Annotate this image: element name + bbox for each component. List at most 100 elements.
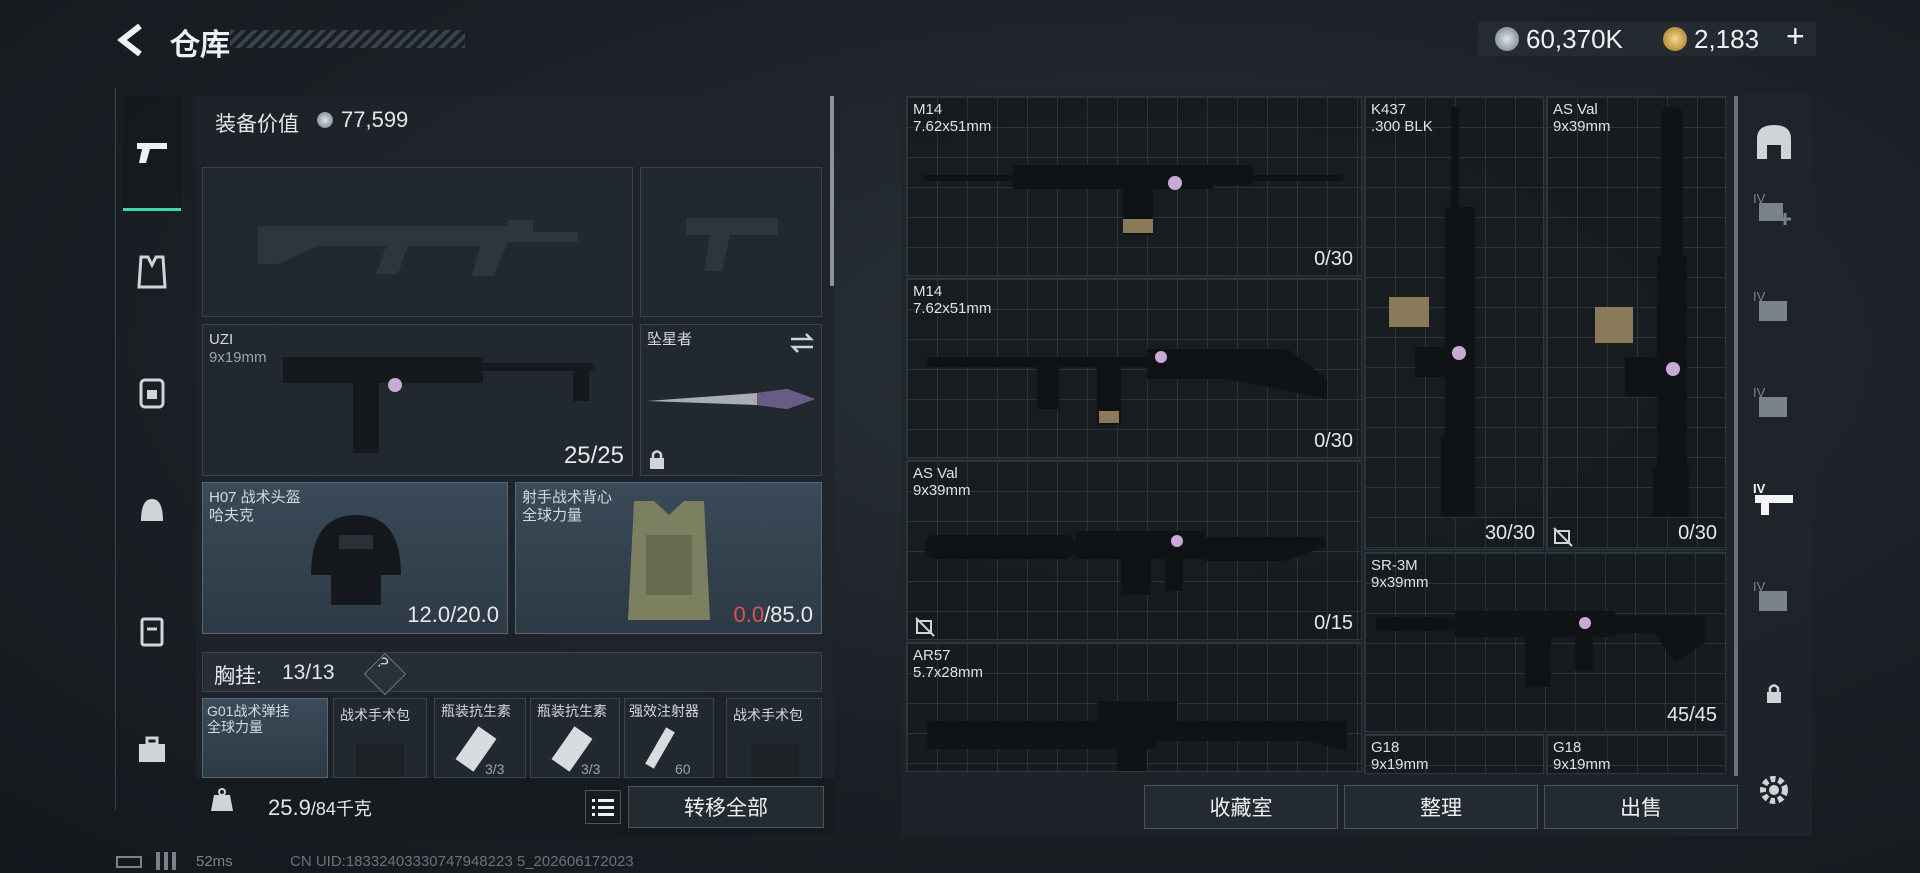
equip-value-label: 装备价值 <box>215 113 299 136</box>
weapon-title: G18 <box>1553 739 1582 756</box>
weapon-caliber: 7.62x51mm <box>913 300 992 317</box>
weapon-ammo-count: 0/30 <box>1678 522 1717 544</box>
sr3m-rifle-icon <box>1375 611 1705 687</box>
knife-icon <box>647 389 815 409</box>
weapon-name: M14 7.62x51mm <box>913 101 991 135</box>
collection-room-button[interactable]: 收藏室 <box>1144 785 1338 829</box>
page-title: 仓库 <box>170 29 230 62</box>
rig-item[interactable]: 强效注射器 60 <box>624 698 714 778</box>
primary-weapon-slot[interactable] <box>202 167 633 317</box>
armor-brand: 全球力量 <box>522 507 583 524</box>
ar57-rifle-icon <box>927 701 1347 771</box>
sort-button[interactable]: 整理 <box>1344 785 1538 829</box>
tab-helmet[interactable] <box>130 490 174 534</box>
asval-rifle-icon <box>925 531 1325 595</box>
rig-item[interactable]: 瓶装抗生素 3/3 <box>434 698 526 778</box>
settings-button[interactable] <box>1754 770 1794 810</box>
weapon-card-sr3m[interactable]: SR-3M 9x39mm 45/45 <box>1364 552 1726 732</box>
weapon-card-g18[interactable]: G18 9x19mm <box>1546 734 1726 774</box>
rig-item[interactable]: 战术手术包 <box>333 698 427 778</box>
helmet-brand: 哈夫克 <box>209 507 255 524</box>
pistol-silhouette-icon <box>686 218 778 271</box>
list-view-button[interactable] <box>585 790 621 824</box>
tab-vest[interactable] <box>130 250 174 294</box>
weapon-card-asval[interactable]: AS Val 9x39mm 0/30 <box>1546 96 1726 550</box>
sidearm-slot[interactable] <box>640 167 822 317</box>
uzi-weapon-icon <box>283 357 593 453</box>
weapon-card-m14[interactable]: M14 7.62x51mm 0/30 <box>906 278 1362 458</box>
helmet-durability: 12.0/20.0 <box>407 602 499 627</box>
storage-tab[interactable]: IV <box>1752 284 1796 328</box>
weapon-title: G18 <box>1371 739 1400 756</box>
transfer-all-button[interactable]: 转移全部 <box>628 786 824 828</box>
armor-name: 射手战术背心 <box>522 489 613 506</box>
loadout-scrollbar[interactable] <box>830 96 834 286</box>
add-currency-button[interactable]: + <box>1786 18 1805 55</box>
m14-rifle-icon <box>923 165 1343 235</box>
tab-backpack[interactable] <box>130 370 174 414</box>
no-trade-icon <box>915 617 935 637</box>
sell-button[interactable]: 出售 <box>1544 785 1738 829</box>
rig-item-name: 强效注射器 <box>629 703 699 719</box>
storage-tab[interactable]: IV <box>1752 380 1796 424</box>
storage-tab[interactable]: IV <box>1752 574 1796 618</box>
ping: 52ms <box>196 853 233 870</box>
melee-name: 坠星者 <box>647 331 693 348</box>
tab-toolbox[interactable] <box>130 728 174 772</box>
rig-item-name: 战术手术包 <box>340 707 410 723</box>
title-stripe <box>230 30 465 48</box>
uzi-ammo-count: 25/25 <box>563 442 624 469</box>
weapon-card-asval[interactable]: AS Val 9x39mm 0/15 <box>906 460 1362 640</box>
locked-tab[interactable] <box>1760 680 1788 708</box>
rig-item-count: 60 <box>675 761 691 777</box>
k437-rifle-icon <box>1389 107 1475 517</box>
tab-weapons[interactable] <box>123 96 181 211</box>
storage-tab-active[interactable]: IV <box>1752 476 1796 520</box>
backpack-icon <box>139 378 165 409</box>
back-button[interactable] <box>112 20 152 60</box>
tab-case[interactable] <box>130 608 174 652</box>
rig-item-count: 3/3 <box>485 761 505 777</box>
weapon-card-m14[interactable]: M14 7.62x51mm 0/30 <box>906 96 1362 276</box>
rig-item[interactable]: G01战术弹挂 全球力量 <box>202 698 328 778</box>
melee-slot[interactable]: 坠星者 <box>640 324 822 476</box>
weapon-name: SR-3M 9x39mm <box>1371 557 1429 591</box>
weapon-name: G18 9x19mm <box>1371 739 1429 773</box>
armor-vest-icon <box>628 501 710 620</box>
weapon-title: AS Val <box>913 465 958 482</box>
swap-icon[interactable] <box>789 331 815 355</box>
battery-icon <box>116 856 142 868</box>
chest-rig-count: 13/13 <box>282 661 335 684</box>
add-storage-icon: IV <box>1753 191 1791 225</box>
weapon-caliber: 9x19mm <box>1371 756 1429 773</box>
weapon-name: M14 7.62x51mm <box>913 283 991 317</box>
weapon-storage-icon: IV <box>1753 481 1793 515</box>
vault-icon <box>1757 125 1791 159</box>
weapon-ammo-count: 0/30 <box>1314 430 1353 452</box>
storage-scrollbar[interactable] <box>1734 96 1738 776</box>
rig-item[interactable]: 战术手术包 <box>726 698 822 778</box>
rifle-silhouette-icon <box>258 220 578 276</box>
armor-slot[interactable]: 射手战术背心 全球力量 0.0/85.0 <box>515 482 822 634</box>
helmet-slot[interactable]: H07 战术头盔 哈夫克 12.0/20.0 <box>202 482 508 634</box>
weapon-caliber: 9x19mm <box>1553 756 1611 773</box>
folder-icon: IV <box>1753 385 1787 417</box>
storage-home-tab[interactable] <box>1752 120 1796 164</box>
weapon-title: M14 <box>913 101 943 118</box>
weapon-ammo-count: 0/30 <box>1314 248 1353 270</box>
rig-item[interactable]: 瓶装抗生素 3/3 <box>530 698 620 778</box>
weapon-ammo-count: 45/45 <box>1666 704 1717 726</box>
signal-icon <box>156 852 186 870</box>
weapon-card-g18[interactable]: G18 9x19mm <box>1364 734 1544 774</box>
weapon-name: AS Val 9x39mm <box>913 465 971 499</box>
weapon-caliber: 7.62x51mm <box>913 118 992 135</box>
asval-rifle-icon <box>1595 107 1689 517</box>
weapon-card-k437[interactable]: K437.300 BLK 30/30 <box>1364 96 1544 550</box>
equip-value: 77,599 <box>341 107 409 132</box>
weapon-card-ar57[interactable]: AR57 5.7x28mm <box>906 642 1362 772</box>
storage-tab[interactable]: IV <box>1752 186 1796 230</box>
m14-rifle-icon <box>927 349 1327 425</box>
uzi-slot[interactable]: UZI 9x19mm 25/25 <box>202 324 633 476</box>
uzi-caliber: 9x19mm <box>209 349 267 366</box>
helmet-icon <box>141 499 163 521</box>
